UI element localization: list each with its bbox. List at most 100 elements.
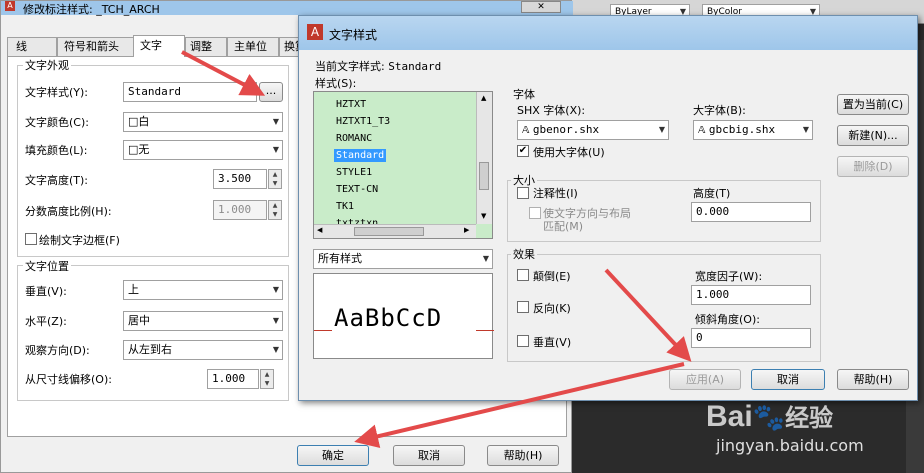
tab-text[interactable]: 文字 <box>133 35 185 58</box>
text-color-label: 文字颜色(C): <box>25 116 89 129</box>
tab-primary-units[interactable]: 主单位 <box>227 37 279 57</box>
app-logo-icon: A <box>307 24 323 40</box>
offset-label: 从尺寸线偏移(O): <box>25 373 112 386</box>
list-vscroll[interactable]: ▲ ▼ <box>476 92 492 224</box>
hscroll-thumb[interactable] <box>354 227 424 236</box>
text-color-select[interactable]: □白 ▼ <box>123 112 283 132</box>
apply-button[interactable]: 应用(A) <box>669 369 741 390</box>
chevron-down-icon: ▼ <box>272 345 279 354</box>
draw-frame-label: 绘制文字边框(F) <box>39 234 120 247</box>
styles-label: 样式(S): <box>315 77 357 90</box>
tab-fit[interactable]: 调整 <box>185 37 227 57</box>
font-a-icon: 𝔸 <box>698 125 706 136</box>
fraction-scale-stepper[interactable]: ▲ ▼ <box>268 200 282 220</box>
back-cancel-button[interactable]: 取消 <box>393 445 465 466</box>
style-filter-value: 所有样式 <box>318 252 362 265</box>
text-height-input[interactable]: 0.000 <box>691 202 811 222</box>
orient-label-2: 匹配(M) <box>543 220 584 233</box>
upside-down-label: 颠倒(E) <box>533 270 571 283</box>
list-item[interactable]: Standard <box>334 149 387 162</box>
minimize-button[interactable]: ✕ <box>521 1 561 13</box>
preview-baseline-right <box>476 330 494 331</box>
font-a-icon: 𝔸 <box>522 125 530 136</box>
watermark-logo-text: Bai <box>706 400 753 433</box>
scroll-right-icon: ▶ <box>464 226 470 234</box>
oblique-angle-label: 倾斜角度(O): <box>695 313 760 326</box>
current-style-value: Standard <box>388 60 442 73</box>
list-item[interactable]: TK1 <box>334 200 356 213</box>
text-appearance-title: 文字外观 <box>23 57 71 73</box>
effects-group-title: 效果 <box>511 246 537 262</box>
text-style-label: 文字样式(Y): <box>25 86 89 99</box>
chevron-down-icon: ▼ <box>246 87 253 96</box>
text-height-input[interactable]: 3.500 <box>213 169 267 189</box>
back-help-button[interactable]: 帮助(H) <box>487 445 559 466</box>
big-font-value: gbcbig.shx <box>708 123 776 136</box>
tab-lines[interactable]: 线 <box>7 37 57 57</box>
new-style-button[interactable]: 新建(N)... <box>837 125 909 146</box>
draw-frame-checkbox[interactable] <box>25 233 37 245</box>
fill-color-select[interactable]: □无 ▼ <box>123 140 283 160</box>
cancel-button[interactable]: 取消 <box>751 369 825 390</box>
list-hscroll[interactable]: ◀ ▶ <box>314 224 476 238</box>
scroll-left-icon: ◀ <box>317 226 323 234</box>
screen: ByLayer▼ ByColor▼ ✕ A 修改标注样式: _TCH_ARCH … <box>0 0 924 473</box>
shx-font-select[interactable]: 𝔸 gbenor.shx ▼ <box>517 120 669 140</box>
text-color-value: □白 <box>128 115 150 128</box>
fill-color-label: 填充颜色(L): <box>25 144 88 157</box>
ok-button[interactable]: 确定 <box>297 445 369 466</box>
text-height-label: 高度(T) <box>693 187 731 200</box>
fraction-scale-input[interactable]: 1.000 <box>213 200 267 220</box>
delete-style-button[interactable]: 删除(D) <box>837 156 909 177</box>
upside-down-checkbox[interactable] <box>517 269 529 281</box>
vertical-label: 垂直(V) <box>533 336 572 349</box>
offset-input[interactable]: 1.000 <box>207 369 259 389</box>
preview-baseline-left <box>314 330 332 331</box>
list-item[interactable]: STYLE1 <box>334 166 374 179</box>
text-style-value: Standard <box>128 85 181 98</box>
oblique-angle-input[interactable]: 0 <box>691 328 811 348</box>
horizontal-select[interactable]: 居中 ▼ <box>123 311 283 331</box>
backwards-checkbox[interactable] <box>517 301 529 313</box>
chevron-down-icon: ▼ <box>658 125 665 134</box>
vertical-checkbox[interactable] <box>517 335 529 347</box>
horizontal-label: 水平(Z): <box>25 315 67 328</box>
fraction-scale-label: 分数高度比例(H): <box>25 205 112 218</box>
text-position-title: 文字位置 <box>23 258 71 274</box>
list-item[interactable]: HZTXT <box>334 98 368 111</box>
text-height-stepper[interactable]: ▲ ▼ <box>268 169 282 189</box>
big-font-select[interactable]: 𝔸 gbcbig.shx ▼ <box>693 120 813 140</box>
use-big-font-checkbox[interactable]: ✔ <box>517 145 529 157</box>
style-filter-select[interactable]: 所有样式 ▼ <box>313 249 493 269</box>
view-direction-label: 观察方向(D): <box>25 344 90 357</box>
chevron-down-icon: ▼ <box>272 145 279 154</box>
current-style-label: 当前文字样式: Standard <box>315 58 441 74</box>
scroll-thumb[interactable] <box>479 162 489 190</box>
text-style-titlebar <box>299 16 917 50</box>
fill-color-value: □无 <box>128 143 150 156</box>
styles-list[interactable]: HZTXT HZTXT1_T3 ROMANC Standard STYLE1 TEXT-C… <box>313 91 493 239</box>
list-item[interactable]: TEXT-CN <box>334 183 380 196</box>
app-logo-icon: A <box>5 1 15 11</box>
chevron-down-icon: ▼ <box>272 316 279 325</box>
help-button[interactable]: 帮助(H) <box>837 369 909 390</box>
list-item[interactable]: HZTXT1_T3 <box>334 115 392 128</box>
text-style-title: 文字样式 <box>329 28 378 42</box>
watermark-logo-text-2: 经验 <box>785 405 834 432</box>
annotative-checkbox[interactable] <box>517 187 529 199</box>
text-height-label: 文字高度(T): <box>25 174 89 187</box>
set-current-button[interactable]: 置为当前(C) <box>837 94 909 115</box>
list-item[interactable]: ROMANC <box>334 132 374 145</box>
vertical-select[interactable]: 上 ▼ <box>123 280 283 300</box>
big-font-label: 大字体(B): <box>693 104 746 117</box>
width-factor-input[interactable]: 1.000 <box>691 285 811 305</box>
tab-symbols[interactable]: 符号和箭头 <box>57 37 135 57</box>
preview-text: AaBbCcD <box>334 304 443 332</box>
text-style-browse-button[interactable]: ... <box>259 82 283 102</box>
text-style-select[interactable]: Standard ▼ <box>123 82 257 102</box>
view-direction-select[interactable]: 从左到右 ▼ <box>123 340 283 360</box>
offset-stepper[interactable]: ▲ ▼ <box>260 369 274 389</box>
watermark-url: jingyan.baidu.com <box>716 436 864 455</box>
horizontal-value: 居中 <box>128 314 150 327</box>
orient-checkbox[interactable] <box>529 207 541 219</box>
